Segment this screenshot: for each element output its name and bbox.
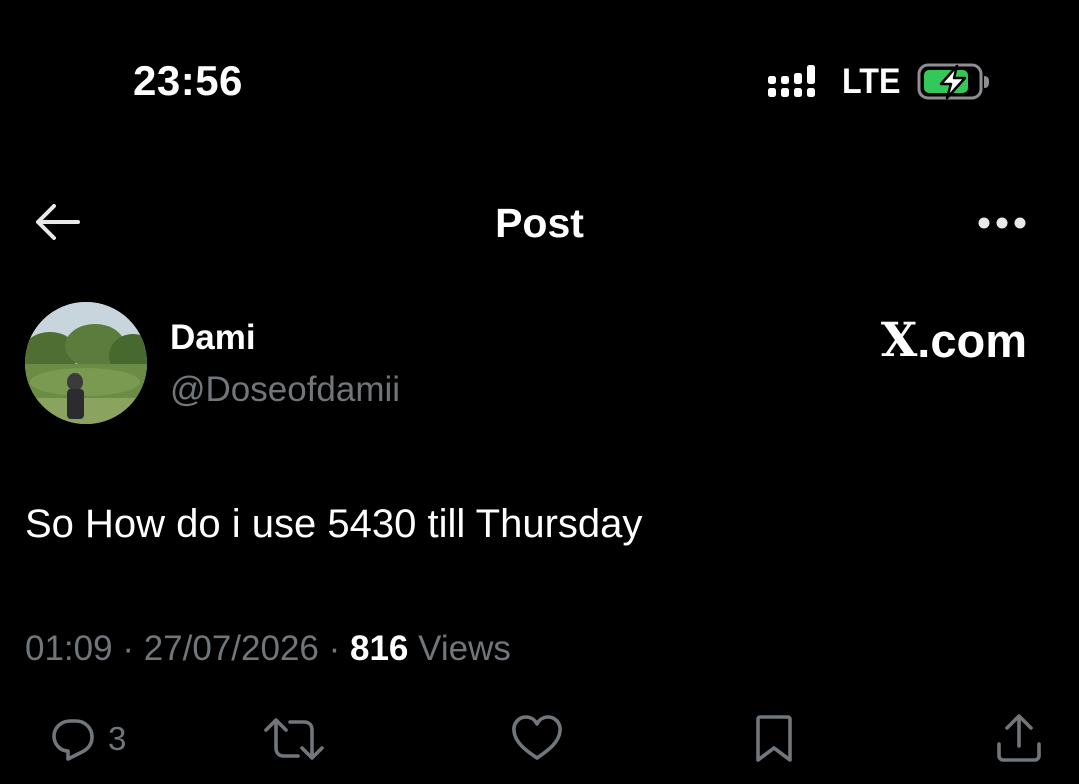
reply-button[interactable]: 3 (50, 714, 126, 764)
avatar[interactable] (25, 302, 147, 424)
network-type-label: LTE (842, 62, 901, 101)
reply-icon (52, 719, 94, 761)
battery-charging-icon (917, 63, 989, 100)
views-count[interactable]: 816 (350, 629, 408, 668)
repost-icon (264, 718, 324, 760)
author-handle[interactable]: @Doseofdamii (170, 370, 400, 410)
author-display-name[interactable]: Dami (170, 318, 256, 358)
share-icon (997, 714, 1041, 762)
post-text: So How do i use 5430 till Thursday (25, 502, 643, 546)
post-date: 27/07/2026 (143, 629, 319, 668)
repost-button[interactable] (262, 716, 326, 767)
more-options-button[interactable] (970, 206, 1034, 240)
bookmark-icon (756, 715, 792, 762)
meta-separator: · (112, 629, 144, 668)
reply-count: 3 (108, 720, 127, 757)
cellular-signal-icon (768, 65, 815, 97)
meta-separator: · (318, 629, 350, 668)
x-logo: X (880, 313, 918, 368)
heart-icon (512, 715, 562, 760)
post-meta: 01:09 · 27/07/2026 · 816 Views (25, 628, 511, 670)
post-time: 01:09 (25, 629, 113, 668)
bookmark-button[interactable] (752, 714, 796, 769)
user-avatar-photo (25, 302, 147, 424)
watermark-suffix: .com (917, 314, 1027, 367)
like-button[interactable] (510, 714, 564, 767)
x-watermark: X .com (881, 314, 1027, 368)
more-horizontal-icon (978, 217, 1026, 229)
views-label: Views (408, 629, 511, 668)
status-time: 23:56 (133, 57, 243, 104)
page-title: Post (495, 200, 584, 246)
share-button[interactable] (994, 712, 1044, 769)
